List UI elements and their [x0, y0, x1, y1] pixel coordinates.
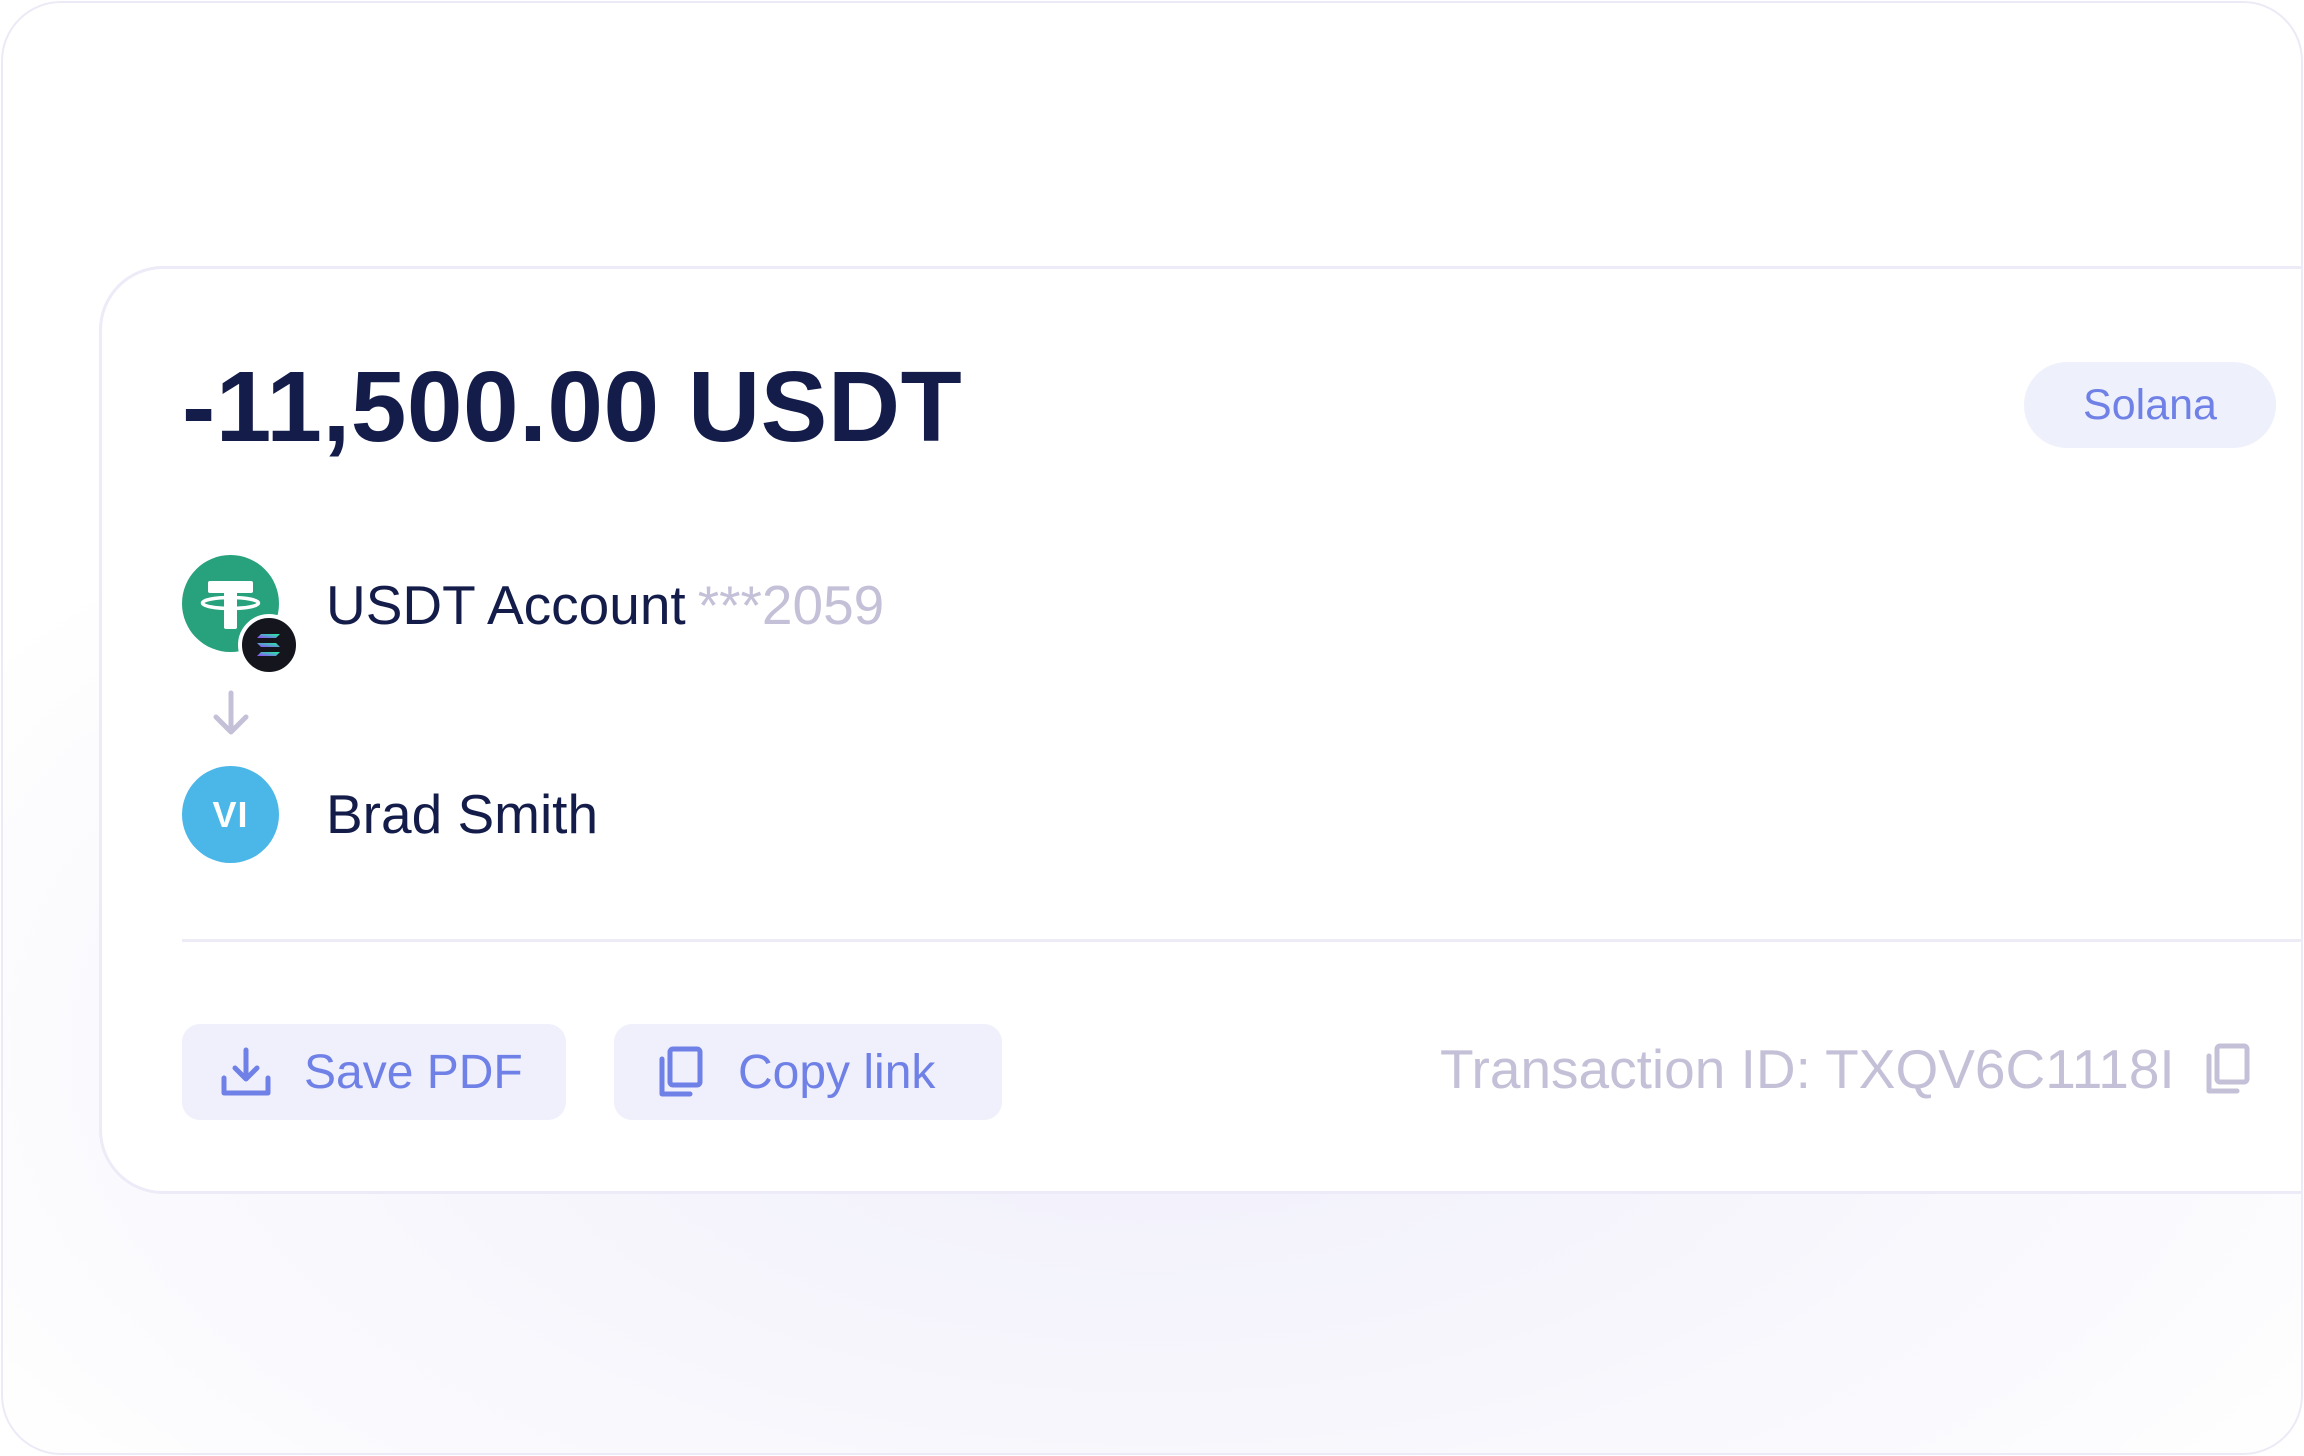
copy-icon[interactable]: [2201, 1041, 2253, 1097]
network-badge: Solana: [2024, 362, 2276, 448]
copy-icon: [659, 1046, 703, 1097]
solana-icon: [238, 614, 300, 676]
copy-link-button[interactable]: Copy link: [614, 1024, 1002, 1120]
save-pdf-label: Save PDF: [304, 1045, 523, 1099]
save-pdf-button[interactable]: Save PDF: [182, 1024, 566, 1120]
sender-account: USDT Account ***2059: [326, 575, 884, 636]
divider: [182, 939, 2301, 942]
copy-link-label: Copy link: [738, 1045, 936, 1099]
sender-account-number: ***2059: [697, 574, 885, 636]
recipient-avatar: VI: [182, 766, 279, 863]
transaction-id-label: Transaction ID: TXQV6C1118I: [1440, 1038, 2175, 1100]
sender-account-name: USDT Account: [326, 574, 686, 636]
arrow-down-icon: [213, 690, 249, 735]
transaction-card: -11,500.00 USDT Solana USDT Account ***2…: [99, 266, 2301, 1194]
transaction-id: Transaction ID: TXQV6C1118I: [1440, 1039, 2253, 1100]
recipient-name: Brad Smith: [326, 783, 599, 845]
transaction-amount: -11,500.00 USDT: [182, 351, 963, 463]
download-icon: [221, 1047, 271, 1096]
app-frame: -11,500.00 USDT Solana USDT Account ***2…: [1, 1, 2303, 1455]
